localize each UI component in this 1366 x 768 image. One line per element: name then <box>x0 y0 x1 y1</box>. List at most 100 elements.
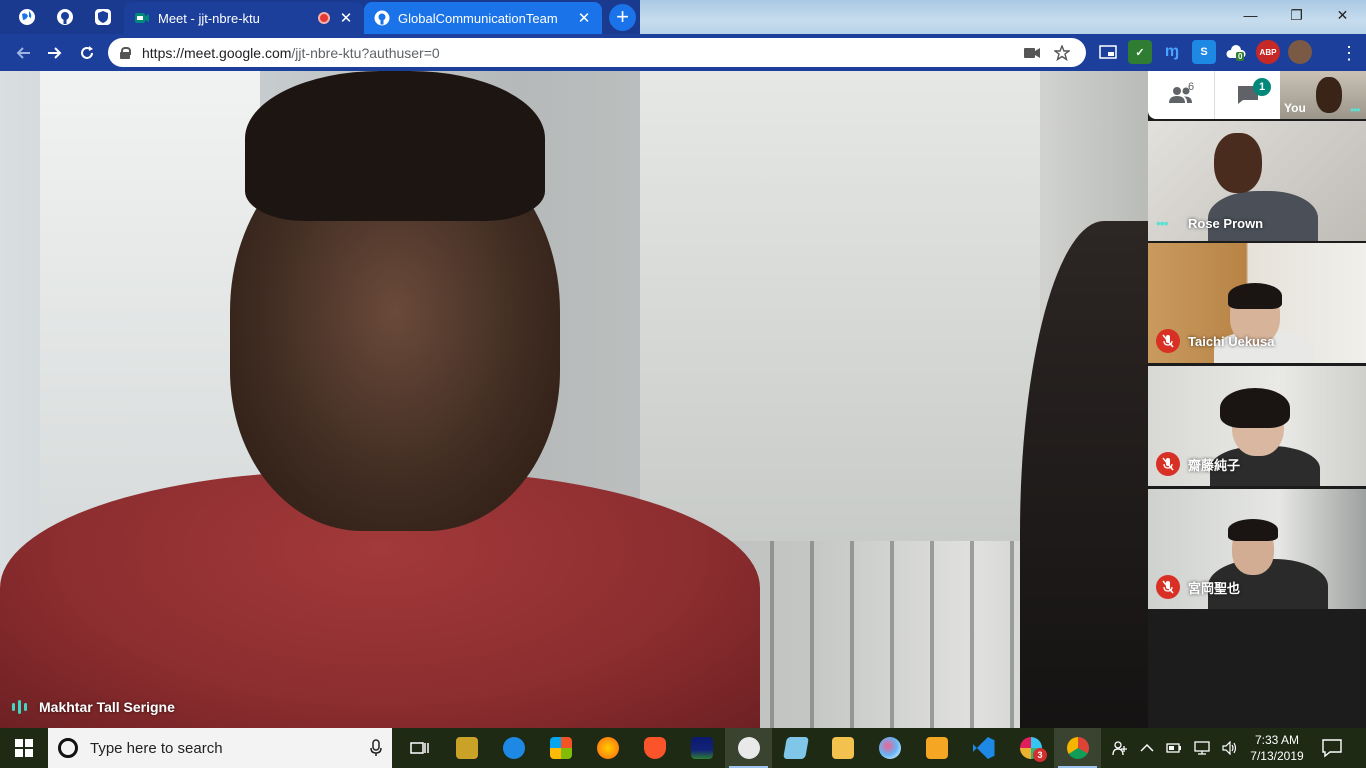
new-tab-button[interactable]: + <box>609 4 636 31</box>
taskbar-app-paint[interactable] <box>866 728 913 768</box>
speaking-indicator-icon <box>12 700 27 714</box>
reload-button[interactable] <box>72 38 102 68</box>
speaker-name: Makhtar Tall Serigne <box>39 699 175 715</box>
reload-icon <box>81 46 93 59</box>
photos-icon <box>737 737 760 759</box>
close-tab-icon[interactable]: ✕ <box>576 9 592 27</box>
whatsapp-icon <box>455 737 478 759</box>
grammar-extension-icon[interactable]: ✓ <box>1128 40 1152 64</box>
participant-name: Taichi Uekusa <box>1188 333 1275 349</box>
start-button[interactable] <box>0 728 48 768</box>
self-label: You <box>1284 101 1306 115</box>
windows-taskbar: Type here to search 3 7:33 AM 7/13/2019 <box>0 728 1366 768</box>
network-icon[interactable] <box>1194 741 1210 755</box>
tab-meet[interactable]: Meet - jjt-nbre-ktu ✕ <box>124 2 364 34</box>
microphone-icon[interactable] <box>370 739 382 757</box>
browser-menu-icon[interactable]: ⋮ <box>1340 42 1358 64</box>
address-bar[interactable]: https://meet.google.com/jjt-nbre-ktu?aut… <box>108 38 1086 67</box>
clock-date: 7/13/2019 <box>1250 749 1304 763</box>
chat-button[interactable]: 1 <box>1214 71 1280 119</box>
back-button[interactable] <box>8 38 38 68</box>
chrome-icon <box>1066 737 1089 759</box>
tab-github[interactable]: GlobalCommunicationTeam ✕ <box>364 2 602 34</box>
taskbar-app-edge[interactable] <box>490 728 537 768</box>
notepad-icon <box>782 737 809 759</box>
speaker-label: Makhtar Tall Serigne <box>12 699 175 715</box>
self-view-tile[interactable]: You ••• <box>1280 71 1366 119</box>
file-explorer-icon <box>831 737 854 759</box>
volume-icon[interactable] <box>1222 741 1238 755</box>
speaking-dots-icon: ••• <box>1350 103 1361 117</box>
participant-tile[interactable]: ••• Rose Prown <box>1148 121 1366 241</box>
cortana-icon <box>58 738 78 758</box>
picture-in-picture-icon[interactable] <box>1096 40 1120 64</box>
taskbar-app-explorer[interactable] <box>819 728 866 768</box>
bookmark-star-icon[interactable] <box>1050 41 1074 65</box>
taskbar-app-terminal[interactable] <box>678 728 725 768</box>
mic-off-icon <box>1156 575 1180 599</box>
taskbar-app-notepad[interactable] <box>772 728 819 768</box>
close-window-button[interactable]: ✕ <box>1320 0 1365 30</box>
background-window <box>640 71 1040 541</box>
close-tab-icon[interactable]: ✕ <box>338 9 354 27</box>
github-icon <box>374 10 390 26</box>
participant-tile[interactable]: 齋藤純子 <box>1148 366 1366 486</box>
recording-indicator-icon <box>318 12 330 24</box>
taskbar-app-brave[interactable] <box>631 728 678 768</box>
clock-time: 7:33 AM <box>1254 733 1300 747</box>
media-player-icon <box>925 737 948 759</box>
github-icon <box>57 9 73 25</box>
m-extension-icon[interactable]: ɱ <box>1160 40 1184 64</box>
shield-icon <box>95 9 111 25</box>
people-count: 6 <box>1188 81 1195 93</box>
notification-badge: 3 <box>1033 748 1047 762</box>
s-extension-icon[interactable]: S <box>1192 40 1216 64</box>
url-text[interactable]: https://meet.google.com/jjt-nbre-ktu?aut… <box>142 45 1014 61</box>
cloud-extension-icon[interactable]: 0 <box>1224 40 1248 64</box>
chat-unread-badge: 1 <box>1253 78 1271 96</box>
taskbar-app-chrome[interactable] <box>1054 728 1101 768</box>
battery-icon[interactable] <box>1166 742 1182 754</box>
taskbar-app-media[interactable] <box>913 728 960 768</box>
url-path: /jjt-nbre-ktu?authuser=0 <box>291 44 440 61</box>
participant-hair <box>1228 519 1278 541</box>
taskbar-app-vscode[interactable] <box>960 728 1007 768</box>
taskbar-app-photos[interactable] <box>725 728 772 768</box>
adblock-icon[interactable]: ABP <box>1256 40 1280 64</box>
taskbar-clock[interactable]: 7:33 AM 7/13/2019 <box>1244 732 1310 764</box>
pinned-tab-extension[interactable] <box>84 2 122 32</box>
taskbar-app-store[interactable] <box>537 728 584 768</box>
participant-tile[interactable]: 宮岡聖也 <box>1148 489 1366 609</box>
participant-name: 宮岡聖也 <box>1188 580 1241 596</box>
minimize-button[interactable]: — <box>1228 0 1273 30</box>
pinned-tab-github[interactable] <box>46 2 84 32</box>
edge-icon <box>502 737 525 759</box>
forward-button[interactable] <box>40 38 70 68</box>
pinned-tab-globe[interactable] <box>8 2 46 32</box>
self-face <box>1316 77 1342 113</box>
speaker-hair <box>245 71 545 221</box>
taskbar-app-slack[interactable]: 3 <box>1007 728 1054 768</box>
camera-permission-icon[interactable] <box>1020 41 1044 65</box>
meet-top-controls: 6 1 <box>1148 71 1280 119</box>
task-view-icon <box>409 742 429 754</box>
participant-label: Taichi Uekusa <box>1156 329 1274 353</box>
chevron-up-icon[interactable] <box>1140 743 1154 753</box>
windows-logo-icon <box>15 739 33 757</box>
url-host: https://meet.google.com <box>142 44 292 61</box>
task-view-button[interactable] <box>396 728 443 768</box>
profile-avatar[interactable] <box>1288 40 1312 64</box>
arrow-left-icon <box>16 47 30 59</box>
browser-toolbar: https://meet.google.com/jjt-nbre-ktu?aut… <box>0 34 1366 71</box>
participant-tile[interactable]: Taichi Uekusa <box>1148 243 1366 363</box>
people-tray-icon[interactable] <box>1112 740 1128 756</box>
taskbar-app-whatsapp[interactable] <box>443 728 490 768</box>
action-center-icon[interactable] <box>1320 736 1344 760</box>
people-button[interactable]: 6 <box>1148 71 1214 119</box>
taskbar-app-firefox[interactable] <box>584 728 631 768</box>
participant-hair <box>1220 388 1290 428</box>
taskbar-search-input[interactable]: Type here to search <box>48 728 392 768</box>
system-tray <box>1112 728 1238 768</box>
maximize-button[interactable]: ❐ <box>1274 0 1319 30</box>
arrow-right-icon <box>48 47 62 59</box>
